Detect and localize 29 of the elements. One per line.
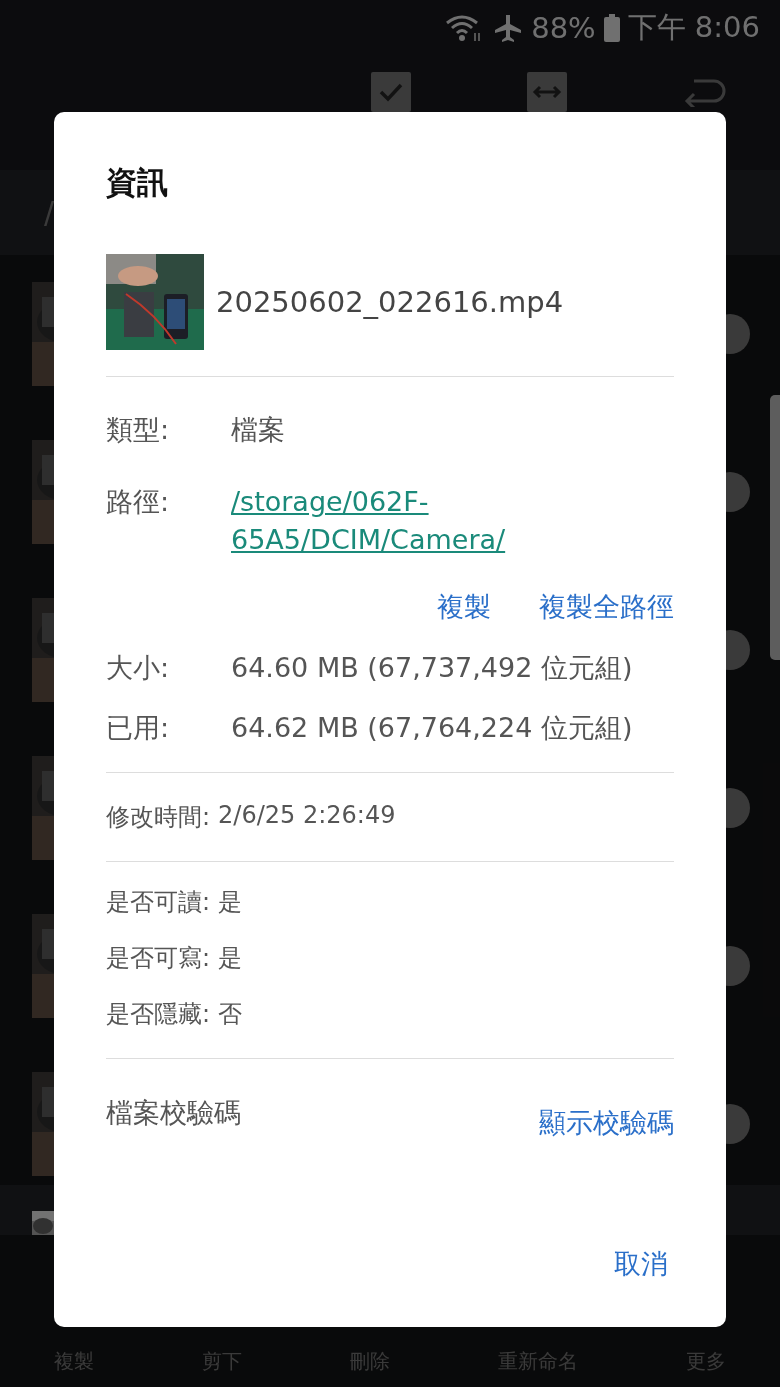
battery-icon: [603, 13, 620, 42]
field-label: 類型:: [106, 413, 171, 447]
dialog-title: 資訊: [106, 163, 169, 202]
airplane-icon: [493, 12, 524, 43]
path-link[interactable]: /storage/062F-65A5/DCIM/Camera/: [231, 483, 674, 559]
field-value: 檔案: [231, 413, 286, 447]
battery-percent: 88%: [531, 10, 596, 45]
cancel-button[interactable]: 取消: [614, 1246, 668, 1282]
attribute-value: 否: [218, 999, 243, 1030]
modified-label: 修改時間:: [106, 802, 211, 833]
field-label: 已用:: [106, 711, 171, 745]
modified-value: 2/6/25 2:26:49: [218, 801, 396, 831]
breadcrumb-path[interactable]: /: [44, 195, 55, 230]
field-value: 64.60 MB (67,737,492 位元組): [231, 651, 634, 685]
field-value: 64.62 MB (67,764,224 位元組): [231, 711, 634, 745]
attribute-value: 是: [218, 943, 243, 974]
field-label: 大小:: [106, 651, 171, 685]
show-checksum-button[interactable]: 顯示校驗碼: [539, 1105, 674, 1141]
checksum-label: 檔案校驗碼: [106, 1096, 241, 1130]
attribute-label: 是否隱藏:: [106, 999, 211, 1030]
file-name: 20250602_022616.mp4: [216, 285, 564, 319]
clock-time: 下午 8:06: [627, 8, 760, 46]
attribute-label: 是否可讀:: [106, 887, 211, 918]
copy-button[interactable]: 複製全路徑: [539, 589, 674, 625]
attribute-label: 是否可寫:: [106, 943, 211, 974]
attribute-value: 是: [218, 887, 243, 918]
copy-button[interactable]: 複製: [437, 589, 491, 625]
field-label: 路徑:: [106, 485, 171, 519]
scrollbar[interactable]: [770, 395, 780, 660]
